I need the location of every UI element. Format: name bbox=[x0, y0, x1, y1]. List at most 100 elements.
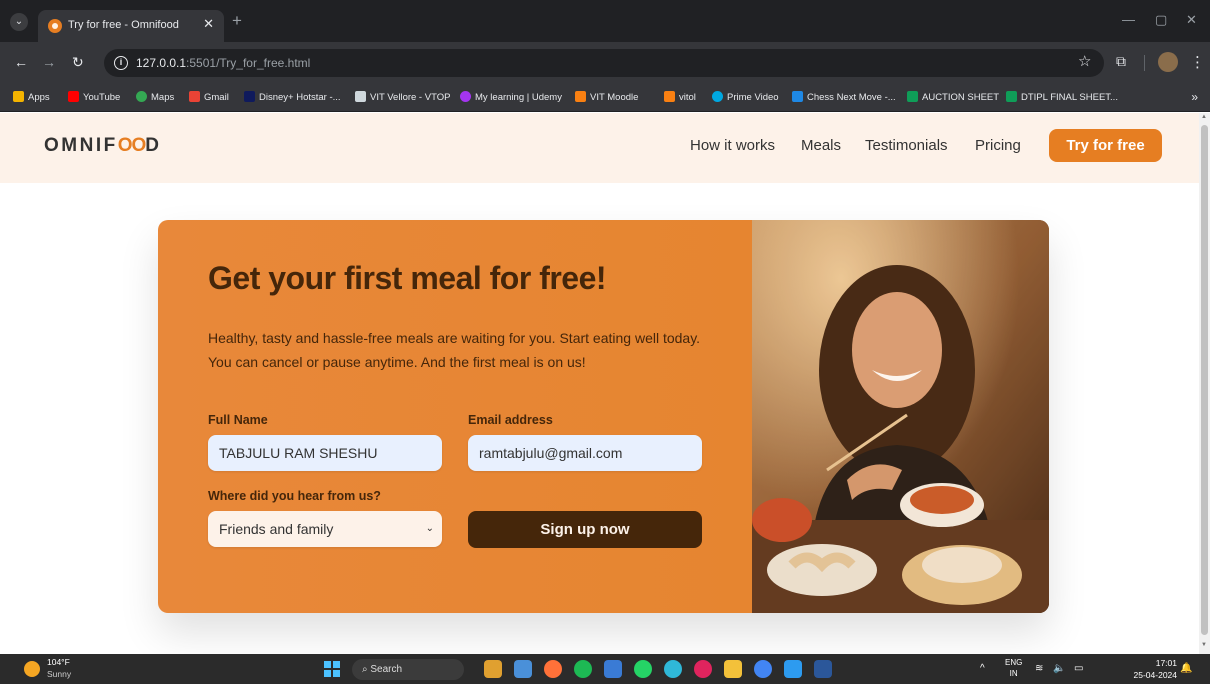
file-explorer-icon[interactable] bbox=[724, 660, 742, 678]
taskbar-clock[interactable]: 17:01 25-04-2024 bbox=[1125, 657, 1177, 681]
bookmark-star-icon[interactable]: ☆ bbox=[1078, 52, 1091, 70]
firefox-icon[interactable] bbox=[544, 660, 562, 678]
email-input[interactable]: ramtabjulu@gmail.com bbox=[468, 435, 702, 471]
taskbar-search[interactable]: ⌕ Search bbox=[352, 659, 464, 680]
sun-icon[interactable] bbox=[24, 661, 40, 677]
task-view-icon[interactable] bbox=[514, 660, 532, 678]
email-label: Email address bbox=[468, 413, 553, 427]
bookmark-chess[interactable]: Chess Next Move -... bbox=[792, 91, 896, 105]
word-icon[interactable] bbox=[814, 660, 832, 678]
youtube-icon bbox=[68, 91, 79, 102]
chess-icon bbox=[792, 91, 803, 102]
volume-icon[interactable]: 🔈 bbox=[1053, 663, 1065, 674]
bookmark-apps[interactable]: Apps bbox=[13, 91, 50, 105]
bookmark-hotstar[interactable]: Disney+ Hotstar -... bbox=[244, 91, 341, 105]
show-hidden-icons-chevron-icon[interactable]: ^ bbox=[980, 663, 985, 674]
close-window-icon[interactable]: ✕ bbox=[1186, 12, 1197, 28]
profile-avatar[interactable] bbox=[1158, 52, 1178, 72]
woman-eating-photo bbox=[752, 220, 1049, 613]
bookmark-auction-sheet[interactable]: AUCTION SHEET bbox=[907, 91, 999, 105]
maximize-icon[interactable]: ▢ bbox=[1155, 12, 1167, 28]
weather-condition[interactable]: Sunny bbox=[47, 669, 71, 679]
cta-form-panel: Get your first meal for free! Healthy, t… bbox=[158, 220, 752, 613]
vit-icon bbox=[355, 91, 366, 102]
hotstar-icon bbox=[244, 91, 255, 102]
nav-testimonials[interactable]: Testimonials bbox=[865, 137, 948, 154]
language-indicator[interactable]: ENG IN bbox=[1005, 657, 1022, 679]
battery-icon[interactable]: ▭ bbox=[1074, 663, 1083, 674]
source-select[interactable]: Friends and family ⌄ bbox=[208, 511, 442, 547]
maps-pin-icon bbox=[136, 91, 147, 102]
url-text: 127.0.0.1:5501/Try_for_free.html bbox=[136, 56, 311, 70]
whatsapp-icon[interactable] bbox=[634, 660, 652, 678]
bookmark-vitol[interactable]: vitol bbox=[664, 91, 696, 105]
chrome-icon[interactable] bbox=[754, 660, 772, 678]
wifi-icon[interactable]: ≋ bbox=[1035, 663, 1043, 674]
extensions-icon[interactable]: ⧉ bbox=[1116, 53, 1126, 70]
sheets-icon bbox=[907, 91, 918, 102]
address-bar[interactable]: i 127.0.0.1:5501/Try_for_free.html bbox=[104, 49, 1104, 77]
chevron-down-icon: ⌄ bbox=[425, 523, 434, 534]
bookmark-youtube[interactable]: YouTube bbox=[68, 91, 120, 105]
cta-photo bbox=[752, 220, 1049, 613]
store-icon[interactable] bbox=[604, 660, 622, 678]
more-menu-icon[interactable]: ⋮ bbox=[1190, 53, 1205, 71]
weather-temperature[interactable]: 104°F bbox=[47, 657, 70, 667]
browser-toolbar: ← → ↻ i 127.0.0.1:5501/Try_for_free.html… bbox=[0, 42, 1210, 84]
minimize-icon[interactable]: — bbox=[1122, 12, 1135, 27]
source-label: Where did you hear from us? bbox=[208, 489, 381, 503]
tab-search-menu-icon[interactable]: ⌄ bbox=[10, 13, 28, 31]
bookmark-vtop[interactable]: VIT Vellore - VTOP bbox=[355, 91, 450, 105]
app-red-icon[interactable] bbox=[694, 660, 712, 678]
bookmarks-bar: Apps YouTube Maps Gmail Disney+ Hotstar … bbox=[0, 84, 1210, 112]
full-name-input[interactable]: TABJULU RAM SHESHU bbox=[208, 435, 442, 471]
bookmark-gmail[interactable]: Gmail bbox=[189, 91, 229, 105]
bookmark-dtipl-sheet[interactable]: DTIPL FINAL SHEET... bbox=[1006, 91, 1118, 105]
scroll-down-icon[interactable]: ▼ bbox=[1201, 642, 1207, 648]
notification-bell-icon[interactable]: 🔔 bbox=[1180, 663, 1192, 674]
spotify-icon[interactable] bbox=[574, 660, 592, 678]
new-tab-icon[interactable]: + bbox=[232, 12, 242, 29]
forward-arrow-icon[interactable]: → bbox=[42, 54, 56, 70]
moodle-icon bbox=[664, 91, 675, 102]
nav-how-it-works[interactable]: How it works bbox=[690, 137, 775, 154]
moodle-icon bbox=[575, 91, 586, 102]
bookmark-udemy[interactable]: My learning | Udemy bbox=[460, 91, 562, 105]
scroll-thumb[interactable] bbox=[1201, 125, 1208, 635]
windows-taskbar: 104°F Sunny ⌕ Search ^ ENG IN ≋ 🔈 ▭ 17:01… bbox=[0, 654, 1210, 684]
back-arrow-icon[interactable]: ← bbox=[14, 54, 28, 70]
windows-start-icon[interactable] bbox=[324, 661, 340, 677]
widgets-icon[interactable] bbox=[484, 660, 502, 678]
site-header: OMNIFOOD How it works Meals Testimonials… bbox=[0, 113, 1199, 183]
nav-pricing[interactable]: Pricing bbox=[975, 137, 1021, 154]
full-name-label: Full Name bbox=[208, 413, 268, 427]
bookmark-prime-video[interactable]: Prime Video bbox=[712, 91, 779, 105]
sheets-icon bbox=[1006, 91, 1017, 102]
vscode-icon[interactable] bbox=[784, 660, 802, 678]
udemy-icon bbox=[460, 91, 471, 102]
prime-video-icon bbox=[712, 91, 723, 102]
bookmark-vit-moodle[interactable]: VIT Moodle bbox=[575, 91, 638, 105]
bookmark-maps[interactable]: Maps bbox=[136, 91, 174, 105]
edge-icon[interactable] bbox=[664, 660, 682, 678]
site-info-icon[interactable]: i bbox=[114, 56, 128, 70]
sign-up-button[interactable]: Sign up now bbox=[468, 511, 702, 548]
cta-card: Get your first meal for free! Healthy, t… bbox=[158, 220, 1049, 613]
page-viewport: OMNIFOOD How it works Meals Testimonials… bbox=[0, 113, 1199, 654]
nav-meals[interactable]: Meals bbox=[801, 137, 841, 154]
omnifood-logo[interactable]: OMNIFOOD bbox=[44, 135, 162, 157]
apps-grid-icon bbox=[13, 91, 24, 102]
scroll-up-icon[interactable]: ▲ bbox=[1201, 114, 1207, 120]
try-for-free-button[interactable]: Try for free bbox=[1049, 129, 1162, 162]
cta-heading: Get your first meal for free! bbox=[208, 260, 607, 296]
reload-icon[interactable]: ↻ bbox=[72, 54, 84, 71]
cta-description: Healthy, tasty and hassle-free meals are… bbox=[208, 330, 701, 370]
toolbar-divider bbox=[1144, 55, 1145, 71]
active-tab[interactable]: Try for free - Omnifood ✕ bbox=[38, 10, 224, 42]
more-bookmarks-icon[interactable]: » bbox=[1191, 90, 1198, 104]
omnifood-favicon-icon bbox=[48, 19, 62, 33]
browser-tab-strip: ⌄ Try for free - Omnifood ✕ + — ▢ ✕ bbox=[0, 0, 1210, 42]
gmail-icon bbox=[189, 91, 200, 102]
close-tab-icon[interactable]: ✕ bbox=[203, 16, 214, 32]
page-scrollbar[interactable]: ▲ ▼ bbox=[1199, 113, 1210, 654]
